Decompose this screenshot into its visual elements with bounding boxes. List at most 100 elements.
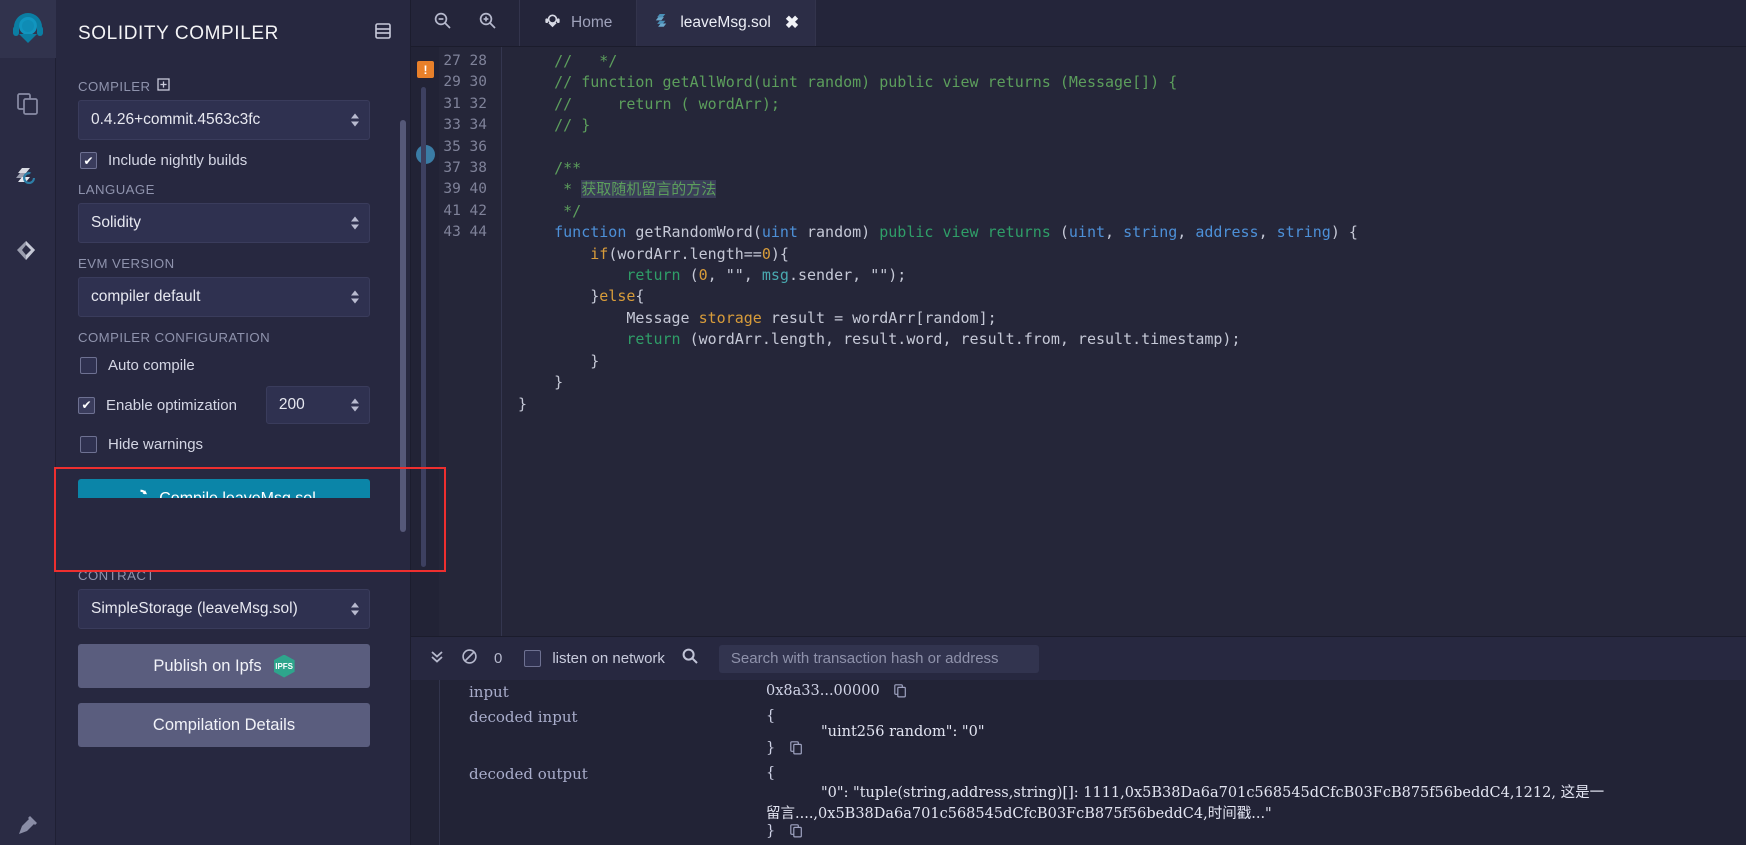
auto-compile-checkbox[interactable] <box>80 357 97 374</box>
editor-tabbar: Home leaveMsg.sol ✖ <box>411 0 1746 47</box>
copy-icon[interactable] <box>894 684 907 702</box>
terminal-row-key: input <box>469 683 509 701</box>
include-nightly-builds-label: Include nightly builds <box>108 152 248 169</box>
main-area: Home leaveMsg.sol ✖ ! 27 28 29 30 31 32 … <box>411 0 1746 845</box>
compilation-details-button[interactable]: Compilation Details <box>78 703 370 747</box>
terminal-row-decoded-input: decoded input { "uint256 random": "0" } <box>411 705 1746 762</box>
include-nightly-builds-checkbox[interactable] <box>80 152 97 169</box>
publish-on-ipfs-label: Publish on Ipfs <box>153 656 262 675</box>
terminal-divider <box>439 680 440 845</box>
close-icon[interactable]: ✖ <box>785 13 799 33</box>
chevron-updown-icon <box>351 290 359 304</box>
ipfs-icon: IPFS <box>273 654 295 678</box>
sidebar-item-plugin-manager[interactable] <box>0 813 56 837</box>
compiler-configuration-label: COMPILER CONFIGURATION <box>78 330 389 345</box>
copy-icon[interactable] <box>790 824 803 842</box>
refresh-icon <box>132 488 149 498</box>
plus-box-icon[interactable] <box>157 78 171 94</box>
solidity-file-icon <box>655 13 670 33</box>
contract-label: CONTRACT <box>78 568 389 583</box>
compiler-label: COMPILER <box>78 78 389 94</box>
code-content[interactable]: // */ // function getAllWord(uint random… <box>501 47 1746 636</box>
listen-on-network-row[interactable]: listen on network <box>524 650 665 667</box>
transaction-search-input[interactable]: Search with transaction hash or address <box>718 644 1039 673</box>
json-close-brace-row: } <box>766 823 1746 842</box>
listen-on-network-checkbox[interactable] <box>524 650 542 667</box>
editor-gutter-rail: ! <box>411 47 439 636</box>
activity-rail <box>0 0 56 845</box>
panel-title: SOLIDITY COMPILER <box>78 22 279 44</box>
contract-value: SimpleStorage (leaveMsg.sol) <box>91 600 298 617</box>
chevron-updown-icon <box>351 602 359 616</box>
compile-button[interactable]: Compile leaveMsg.sol <box>78 479 370 498</box>
zoom-out-icon[interactable] <box>433 11 452 35</box>
terminal-panel: 0 listen on network Search with transact… <box>411 636 1746 845</box>
terminal-row-key: decoded input <box>469 708 578 726</box>
chevron-updown-icon <box>351 113 359 127</box>
tab-leavemsg-sol-label: leaveMsg.sol <box>680 14 771 31</box>
terminal-row-key: decoded output <box>469 765 588 783</box>
decoded-output-body-line-2: 留言....,0x5B38Da6a701c568545dCfcB03FcB875… <box>766 806 1272 822</box>
solidity-compiler-panel: SOLIDITY COMPILER COMPILER 0.4.26+commit… <box>56 0 411 845</box>
tab-home[interactable]: Home <box>520 0 638 46</box>
remix-logo[interactable] <box>0 0 56 58</box>
contract-select[interactable]: SimpleStorage (leaveMsg.sol) <box>78 589 370 629</box>
json-open-brace: { <box>766 708 776 724</box>
code-editor[interactable]: 27 28 29 30 31 32 33 34 35 36 37 38 39 4… <box>439 47 1746 636</box>
terminal-row-value: { "uint256 random": "0" } <box>766 708 1746 759</box>
remix-ide-window: SOLIDITY COMPILER COMPILER 0.4.26+commit… <box>0 0 1746 845</box>
json-open-brace: { <box>766 765 776 781</box>
sidebar-item-file-explorer[interactable] <box>0 76 56 132</box>
hide-warnings-checkbox[interactable] <box>80 436 97 453</box>
panel-header: SOLIDITY COMPILER <box>56 0 410 55</box>
evm-version-select[interactable]: compiler default <box>78 277 370 317</box>
optimization-runs-input[interactable]: 200 <box>265 386 370 424</box>
compilation-details-label: Compilation Details <box>152 715 296 734</box>
zoom-in-icon[interactable] <box>478 11 497 35</box>
search-icon[interactable] <box>681 647 699 670</box>
evm-version-value: compiler default <box>91 288 201 305</box>
listen-on-network-label: listen on network <box>552 650 665 667</box>
copy-icon[interactable] <box>790 741 803 759</box>
ban-icon[interactable] <box>461 648 478 670</box>
chevron-updown-icon <box>350 398 359 412</box>
terminal-row-value: { "0": "tuple(string,address,string)[]: … <box>766 765 1746 842</box>
compiler-configuration-label-text: COMPILER CONFIGURATION <box>78 330 271 345</box>
decoded-input-body: "uint256 random": "0" <box>821 724 985 740</box>
evm-version-label-text: EVM VERSION <box>78 256 175 271</box>
language-label-text: LANGUAGE <box>78 182 155 197</box>
chevron-double-down-icon[interactable] <box>429 648 445 669</box>
compiler-version-select[interactable]: 0.4.26+commit.4563c3fc <box>78 100 370 140</box>
chevron-updown-icon <box>351 216 359 230</box>
sidebar-item-solidity-compiler[interactable] <box>0 150 56 206</box>
terminal-row-decoded-output: decoded output { "0": "tuple(string,addr… <box>411 762 1746 845</box>
tab-leavemsg-sol[interactable]: leaveMsg.sol ✖ <box>637 0 817 46</box>
input-hex-value: 0x8a33...00000 <box>766 683 880 699</box>
error-marker-icon[interactable]: ! <box>417 61 434 78</box>
enable-optimization-checkbox[interactable] <box>78 396 95 414</box>
tab-home-label: Home <box>571 14 613 31</box>
language-label: LANGUAGE <box>78 182 389 197</box>
terminal-row-input: input 0x8a33...00000 <box>411 680 1746 705</box>
gutter-scrollbar[interactable] <box>421 87 426 567</box>
compiler-settings-scroll: COMPILER 0.4.26+commit.4563c3fc ✔ Includ… <box>56 62 410 498</box>
json-close-brace-row: } <box>766 740 1746 759</box>
evm-version-label: EVM VERSION <box>78 256 389 271</box>
publish-on-ipfs-button[interactable]: Publish on Ipfs IPFS <box>78 644 370 688</box>
panel-layout-icon[interactable] <box>374 22 392 45</box>
compiler-label-text: COMPILER <box>78 78 151 94</box>
compiler-version-value: 0.4.26+commit.4563c3fc <box>91 111 261 128</box>
terminal-log-count: 0 <box>494 650 503 667</box>
include-nightly-builds-row[interactable]: Include nightly builds <box>80 152 389 169</box>
auto-compile-label: Auto compile <box>108 357 195 374</box>
decoded-output-body-line-1: "0": "tuple(string,address,string)[]: 11… <box>821 785 1605 801</box>
sidebar-item-deploy-run[interactable] <box>0 224 56 280</box>
language-select[interactable]: Solidity <box>78 203 370 243</box>
auto-compile-row[interactable]: Auto compile <box>80 357 389 374</box>
hide-warnings-row[interactable]: Hide warnings <box>80 436 389 453</box>
terminal-row-value: 0x8a33...00000 <box>766 683 1746 702</box>
json-close-brace: } <box>766 740 776 756</box>
enable-optimization-row[interactable]: Enable optimization 200 <box>78 386 389 424</box>
panel-scrollbar[interactable] <box>400 76 406 546</box>
contract-label-text: CONTRACT <box>78 568 155 583</box>
